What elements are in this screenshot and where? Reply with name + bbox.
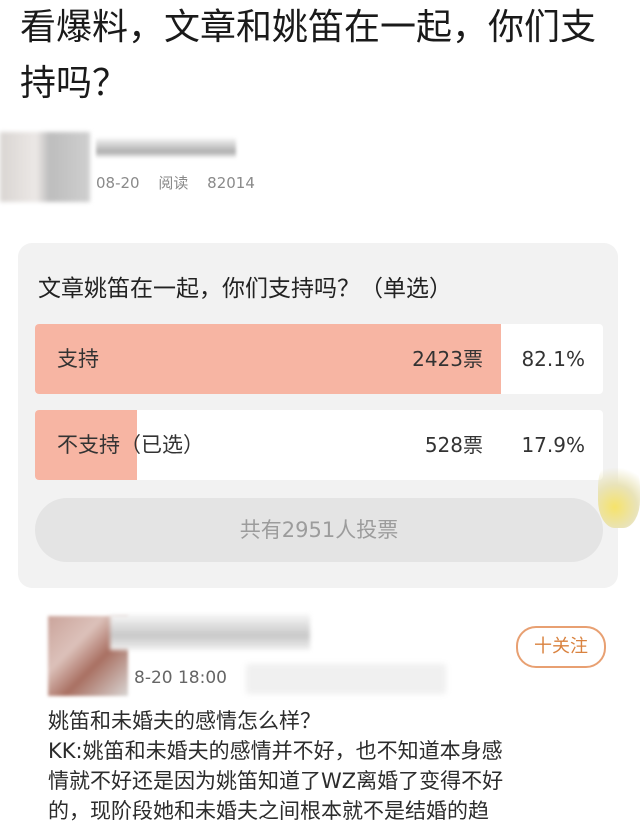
poll-option-votes: 528票 [424,433,483,457]
decorative-sticker [598,458,640,528]
poll-card: 文章姚笛在一起，你们支持吗？（单选） 支持 2423票 82.1% 不支持（已选… [18,243,618,588]
comment-line: 的，现阶段她和未婚夫之间根本就不是结婚的趋 [48,799,489,823]
author-header: 08-20 阅读 82014 [0,120,640,210]
poll-question: 文章姚笛在一起，你们支持吗？（单选） [38,276,452,302]
read-count: 82014 [207,174,255,192]
commenter-name-redacted[interactable] [110,614,310,650]
author-name-redacted[interactable] [96,138,236,158]
poll-total-button[interactable]: 共有2951人投票 [35,498,603,562]
poll-option-oppose[interactable]: 不支持（已选） 528票 17.9% [35,410,603,480]
comment-line: KK:姚笛和未婚夫的感情并不好，也不知道本身感 [48,739,503,763]
poll-option-label: 支持 [57,347,99,371]
poll-option-votes: 2423票 [412,347,483,371]
comment-body: 姚笛和未婚夫的感情怎么样？ KK:姚笛和未婚夫的感情并不好，也不知道本身感 情就… [48,706,618,826]
comment-line: 情就不好还是因为姚笛知道了WZ离婚了变得不好 [48,769,504,793]
author-avatar[interactable] [0,132,90,202]
comment-line: 姚笛和未婚夫的感情怎么样？ [48,709,321,733]
redacted-area [246,664,446,694]
poll-option-percent: 17.9% [521,433,585,457]
comment-time: 8-20 18:00 [134,668,227,688]
article-headline: 看爆料，文章和姚笛在一起，你们支持吗？ [20,7,597,104]
follow-button[interactable]: 十关注 [516,626,606,668]
poll-option-support[interactable]: 支持 2423票 82.1% [35,324,603,394]
comment-item: 8-20 18:00 十关注 姚笛和未婚夫的感情怎么样？ KK:姚笛和未婚夫的感… [0,600,640,830]
post-date: 08-20 [96,174,140,192]
poll-option-percent: 82.1% [521,347,585,371]
poll-option-label: 不支持（已选） [57,433,204,457]
author-meta: 08-20 阅读 82014 [96,172,255,193]
read-label: 阅读 [158,174,189,192]
